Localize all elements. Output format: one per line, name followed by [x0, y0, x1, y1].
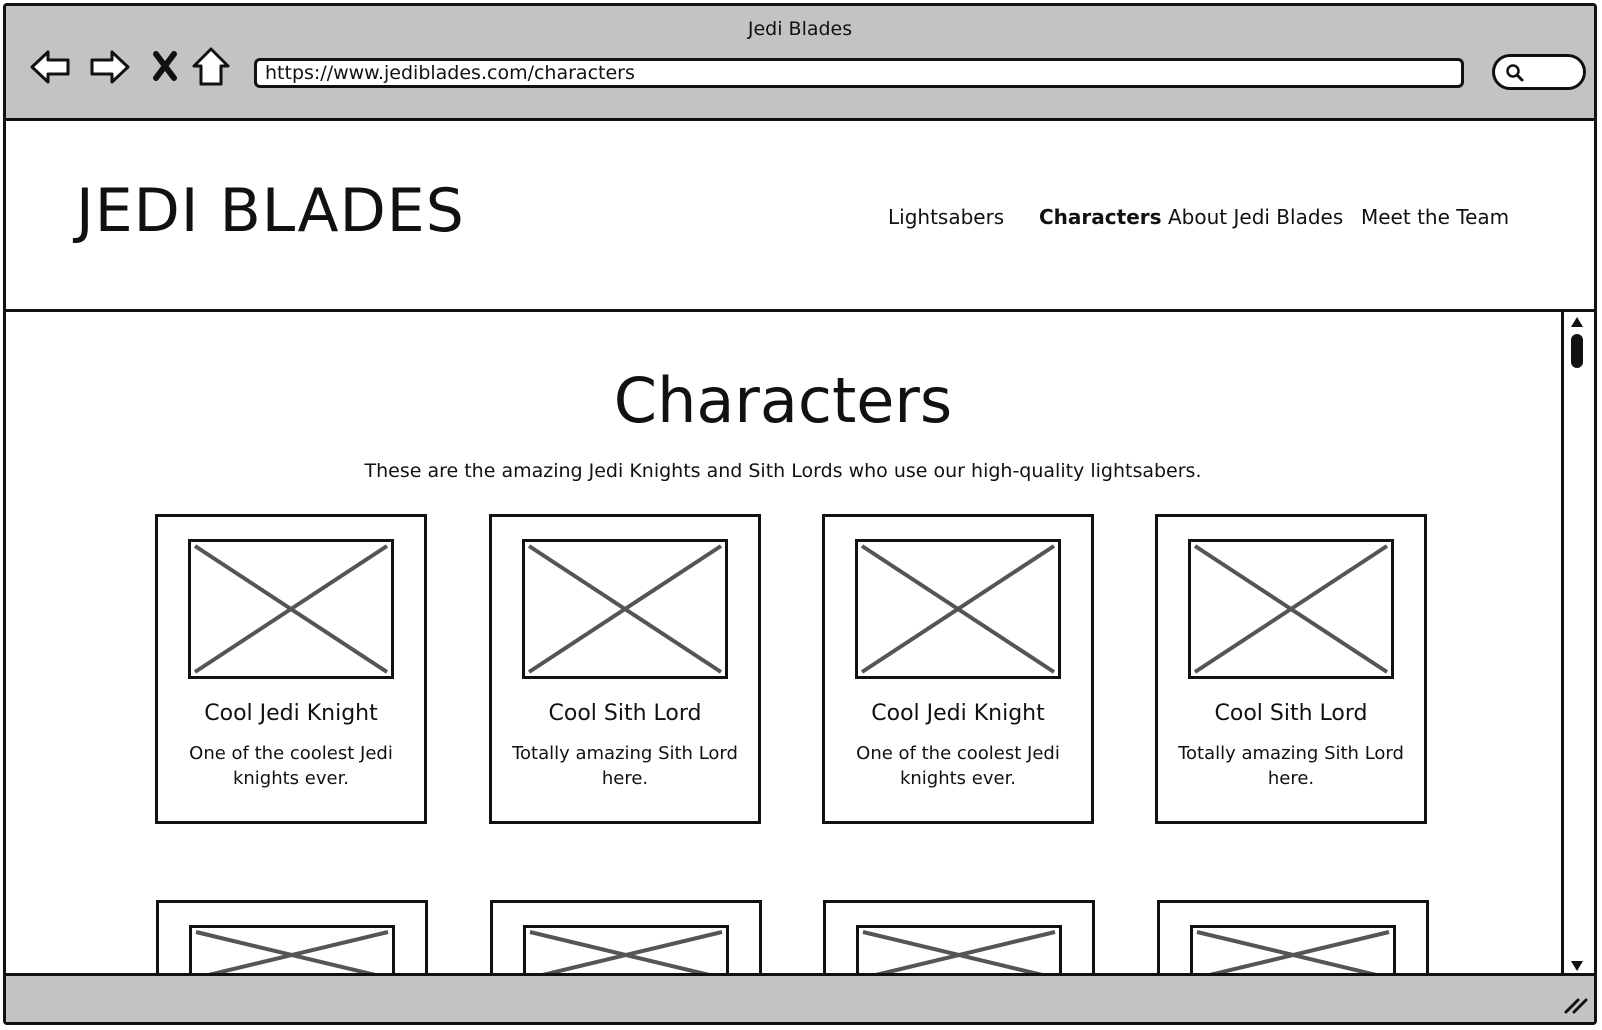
window-title: Jedi Blades — [747, 18, 853, 40]
card-description: One of the coolest Jedi knights ever. — [856, 743, 1060, 789]
url-text: https://www.jediblades.com/characters — [265, 62, 635, 84]
home-icon[interactable] — [188, 44, 234, 90]
character-card[interactable]: Cool Jedi Knight One of the coolest Jedi… — [822, 514, 1094, 824]
card-description: Totally amazing Sith Lord here. — [512, 743, 738, 789]
card-title: Cool Jedi Knight — [204, 701, 378, 726]
nav-link-characters[interactable]: Characters — [1039, 205, 1162, 229]
image-placeholder-icon — [1190, 925, 1396, 976]
status-bar — [6, 973, 1594, 1022]
vertical-scrollbar[interactable] — [1561, 312, 1590, 976]
browser-window: Jedi Blades https://www.jediblades.com/c… — [3, 3, 1597, 1025]
image-placeholder-icon — [189, 925, 395, 976]
scroll-down-arrow-icon[interactable] — [1570, 960, 1584, 972]
scroll-thumb[interactable] — [1571, 334, 1583, 368]
image-placeholder-icon — [1188, 539, 1394, 679]
image-placeholder-icon — [522, 539, 728, 679]
scroll-up-arrow-icon[interactable] — [1570, 316, 1584, 328]
address-bar[interactable]: https://www.jediblades.com/characters — [254, 58, 1464, 88]
page-title: Characters — [613, 364, 953, 437]
image-placeholder-icon — [523, 925, 729, 976]
image-placeholder-icon — [856, 925, 1062, 976]
browser-chrome: Jedi Blades https://www.jediblades.com/c… — [6, 6, 1594, 121]
character-card[interactable]: Cool Sith Lord Totally amazing Sith Lord… — [1155, 514, 1427, 824]
image-placeholder-icon — [188, 539, 394, 679]
back-arrow-icon[interactable] — [28, 44, 74, 90]
search-icon — [1506, 64, 1524, 82]
main-content: Characters These are the amazing Jedi Kn… — [6, 312, 1560, 976]
character-card[interactable]: Cool Jedi Knight One of the coolest Jedi… — [155, 514, 427, 824]
page-subtitle: These are the amazing Jedi Knights and S… — [364, 460, 1202, 482]
card-description: Totally amazing Sith Lord here. — [1178, 743, 1404, 789]
card-title: Cool Jedi Knight — [871, 701, 1045, 726]
character-card[interactable] — [490, 900, 762, 976]
site-logo[interactable]: JEDI BLADES — [76, 176, 465, 246]
character-card[interactable] — [823, 900, 1095, 976]
nav-link-about[interactable]: About Jedi Blades — [1168, 205, 1343, 229]
nav-link-team[interactable]: Meet the Team — [1361, 205, 1509, 229]
nav-link-lightsabers[interactable]: Lightsabers — [888, 205, 1004, 229]
resize-grip-icon[interactable] — [1562, 990, 1588, 1016]
character-card[interactable]: Cool Sith Lord Totally amazing Sith Lord… — [489, 514, 761, 824]
card-title: Cool Sith Lord — [548, 701, 702, 726]
character-card[interactable] — [156, 900, 428, 976]
card-title: Cool Sith Lord — [1214, 701, 1368, 726]
image-placeholder-icon — [855, 539, 1061, 679]
card-description: One of the coolest Jedi knights ever. — [189, 743, 393, 789]
close-x-icon[interactable] — [142, 44, 188, 90]
character-card[interactable] — [1157, 900, 1429, 976]
browser-search-box[interactable] — [1492, 54, 1586, 90]
site-header: JEDI BLADES Lightsabers Characters About… — [6, 121, 1594, 312]
forward-arrow-icon[interactable] — [86, 44, 132, 90]
